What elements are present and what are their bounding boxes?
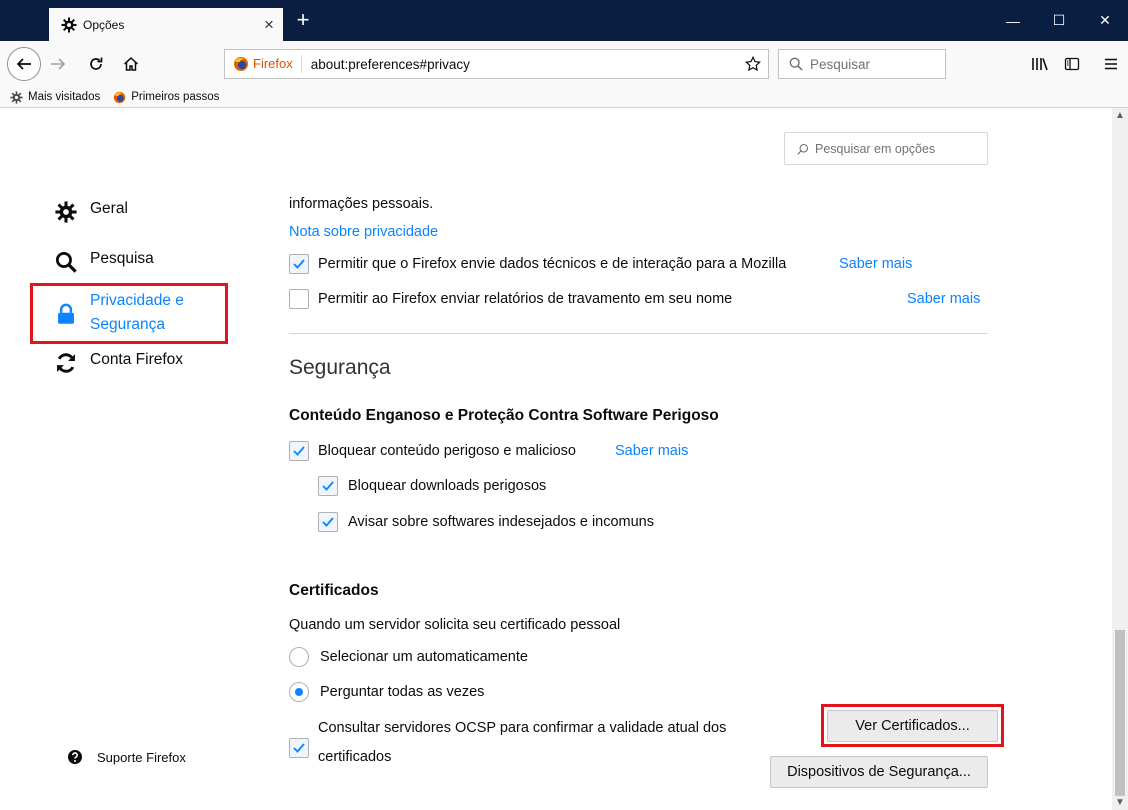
search-icon bbox=[54, 250, 78, 274]
sidebar-toggle-button[interactable] bbox=[1058, 50, 1086, 78]
search-bar[interactable]: Pesquisar bbox=[778, 49, 946, 79]
search-placeholder: Pesquisar bbox=[810, 56, 871, 72]
crash-reports-checkbox[interactable] bbox=[289, 289, 309, 309]
bookmark-most-visited[interactable]: Mais visitados bbox=[10, 90, 101, 104]
close-tab-icon[interactable]: × bbox=[255, 8, 283, 41]
sidebar-item-label: Conta Firefox bbox=[90, 351, 184, 368]
sidebar-item-label: Geral bbox=[90, 200, 128, 217]
help-icon bbox=[68, 750, 82, 764]
reload-button[interactable] bbox=[82, 50, 110, 78]
options-search-placeholder: Pesquisar em opções bbox=[815, 141, 936, 156]
back-button[interactable] bbox=[7, 47, 41, 81]
sidebar-item-search[interactable]: Pesquisa bbox=[54, 250, 154, 274]
sidebar-item-general[interactable]: Geral bbox=[54, 200, 128, 224]
deceptive-content-heading: Conteúdo Enganoso e Proteção Contra Soft… bbox=[289, 407, 719, 424]
search-icon bbox=[797, 143, 809, 155]
select-automatically-radio[interactable] bbox=[289, 647, 309, 667]
bookmark-getting-started[interactable]: Primeiros passos bbox=[113, 91, 219, 104]
back-arrow-icon bbox=[16, 58, 31, 70]
tab-options[interactable]: Opções × bbox=[49, 8, 283, 41]
section-divider bbox=[289, 333, 988, 334]
preferences-page: Pesquisar em opções Geral Pesquisa Priva… bbox=[0, 108, 1112, 810]
options-search-input[interactable]: Pesquisar em opções bbox=[784, 132, 988, 165]
sidebar-item-firefox-account[interactable]: Conta Firefox bbox=[54, 351, 183, 375]
ask-every-time-label[interactable]: Perguntar todas as vezes bbox=[320, 684, 484, 700]
minimize-button[interactable]: — bbox=[990, 0, 1036, 41]
url-bar[interactable]: Firefox about:preferences#privacy bbox=[224, 49, 769, 79]
highlight-privacy-box bbox=[30, 283, 228, 344]
data-collection-intro: informações pessoais. bbox=[289, 196, 434, 212]
tab-title: Opções bbox=[83, 17, 125, 32]
telemetry-checkbox[interactable] bbox=[289, 254, 309, 274]
gear-icon bbox=[54, 200, 78, 224]
ocsp-label-line2[interactable]: certificados bbox=[318, 749, 391, 765]
scrollbar-thumb[interactable] bbox=[1115, 630, 1125, 796]
checkmark-icon bbox=[293, 259, 305, 269]
ocsp-label-line1[interactable]: Consultar servidores OCSP para confirmar… bbox=[318, 720, 726, 736]
sync-icon bbox=[54, 351, 78, 375]
sidebar-item-label: Pesquisa bbox=[90, 250, 154, 267]
checkmark-icon bbox=[293, 743, 305, 753]
bookmark-label: Mais visitados bbox=[28, 91, 101, 103]
warn-unwanted-label[interactable]: Avisar sobre softwares indesejados e inc… bbox=[348, 514, 654, 530]
checkmark-icon bbox=[293, 446, 305, 456]
support-label: Suporte Firefox bbox=[97, 749, 186, 765]
search-icon bbox=[789, 57, 803, 71]
certificates-heading: Certificados bbox=[289, 582, 379, 599]
firefox-icon bbox=[114, 91, 126, 103]
crash-reports-learn-more-link[interactable]: Saber mais bbox=[907, 291, 980, 307]
scroll-down-arrow-icon[interactable]: ▼ bbox=[1112, 797, 1128, 808]
home-icon bbox=[123, 56, 139, 71]
close-window-button[interactable]: ✕ bbox=[1082, 0, 1128, 41]
new-tab-button[interactable]: + bbox=[292, 6, 314, 34]
hamburger-icon bbox=[1105, 58, 1117, 70]
checkmark-icon bbox=[322, 517, 334, 527]
privacy-notice-link[interactable]: Nota sobre privacidade bbox=[289, 224, 438, 240]
sidebar-icon bbox=[1064, 57, 1080, 71]
library-button[interactable] bbox=[1026, 50, 1054, 78]
bookmarks-toolbar: Mais visitados Primeiros passos bbox=[0, 87, 1128, 108]
support-link[interactable]: Suporte Firefox bbox=[67, 749, 186, 765]
maximize-button[interactable]: ☐ bbox=[1036, 0, 1082, 41]
home-button[interactable] bbox=[117, 50, 145, 78]
bookmark-label: Primeiros passos bbox=[131, 91, 220, 103]
identity-label[interactable]: Firefox bbox=[253, 55, 302, 73]
navigation-toolbar: Firefox about:preferences#privacy Pesqui… bbox=[0, 41, 1128, 87]
url-text[interactable]: about:preferences#privacy bbox=[311, 57, 738, 72]
ocsp-checkbox[interactable] bbox=[289, 738, 309, 758]
forward-button[interactable] bbox=[44, 50, 72, 78]
checkmark-icon bbox=[322, 481, 334, 491]
block-dangerous-checkbox[interactable] bbox=[289, 441, 309, 461]
ask-every-time-radio[interactable] bbox=[289, 682, 309, 702]
gear-icon bbox=[61, 17, 77, 33]
security-section-title: Segurança bbox=[289, 356, 391, 379]
firefox-icon bbox=[234, 57, 248, 71]
menu-button[interactable] bbox=[1097, 50, 1125, 78]
block-downloads-label[interactable]: Bloquear downloads perigosos bbox=[348, 478, 546, 494]
cert-request-label: Quando um servidor solicita seu certific… bbox=[289, 617, 621, 633]
select-automatically-label[interactable]: Selecionar um automaticamente bbox=[320, 649, 528, 665]
forward-arrow-icon bbox=[51, 58, 66, 70]
radio-dot bbox=[295, 688, 303, 696]
reload-icon bbox=[90, 57, 103, 70]
warn-unwanted-checkbox[interactable] bbox=[318, 512, 338, 532]
telemetry-label[interactable]: Permitir que o Firefox envie dados técni… bbox=[318, 256, 786, 272]
crash-reports-label[interactable]: Permitir ao Firefox enviar relatórios de… bbox=[318, 291, 732, 307]
bookmark-star-icon[interactable] bbox=[738, 56, 768, 72]
block-dangerous-label[interactable]: Bloquear conteúdo perigoso e malicioso bbox=[318, 443, 576, 459]
scroll-up-arrow-icon[interactable]: ▲ bbox=[1112, 110, 1128, 121]
gear-icon bbox=[10, 90, 23, 104]
tab-bar: Opções × + — ☐ ✕ bbox=[0, 0, 1128, 41]
telemetry-learn-more-link[interactable]: Saber mais bbox=[839, 256, 912, 272]
library-icon bbox=[1032, 58, 1048, 71]
block-downloads-checkbox[interactable] bbox=[318, 476, 338, 496]
page-scrollbar[interactable]: ▲ ▼ bbox=[1112, 108, 1128, 810]
block-dangerous-learn-more-link[interactable]: Saber mais bbox=[615, 443, 688, 459]
highlight-certificates-box bbox=[821, 704, 1004, 747]
security-devices-button[interactable]: Dispositivos de Segurança... bbox=[770, 756, 988, 788]
